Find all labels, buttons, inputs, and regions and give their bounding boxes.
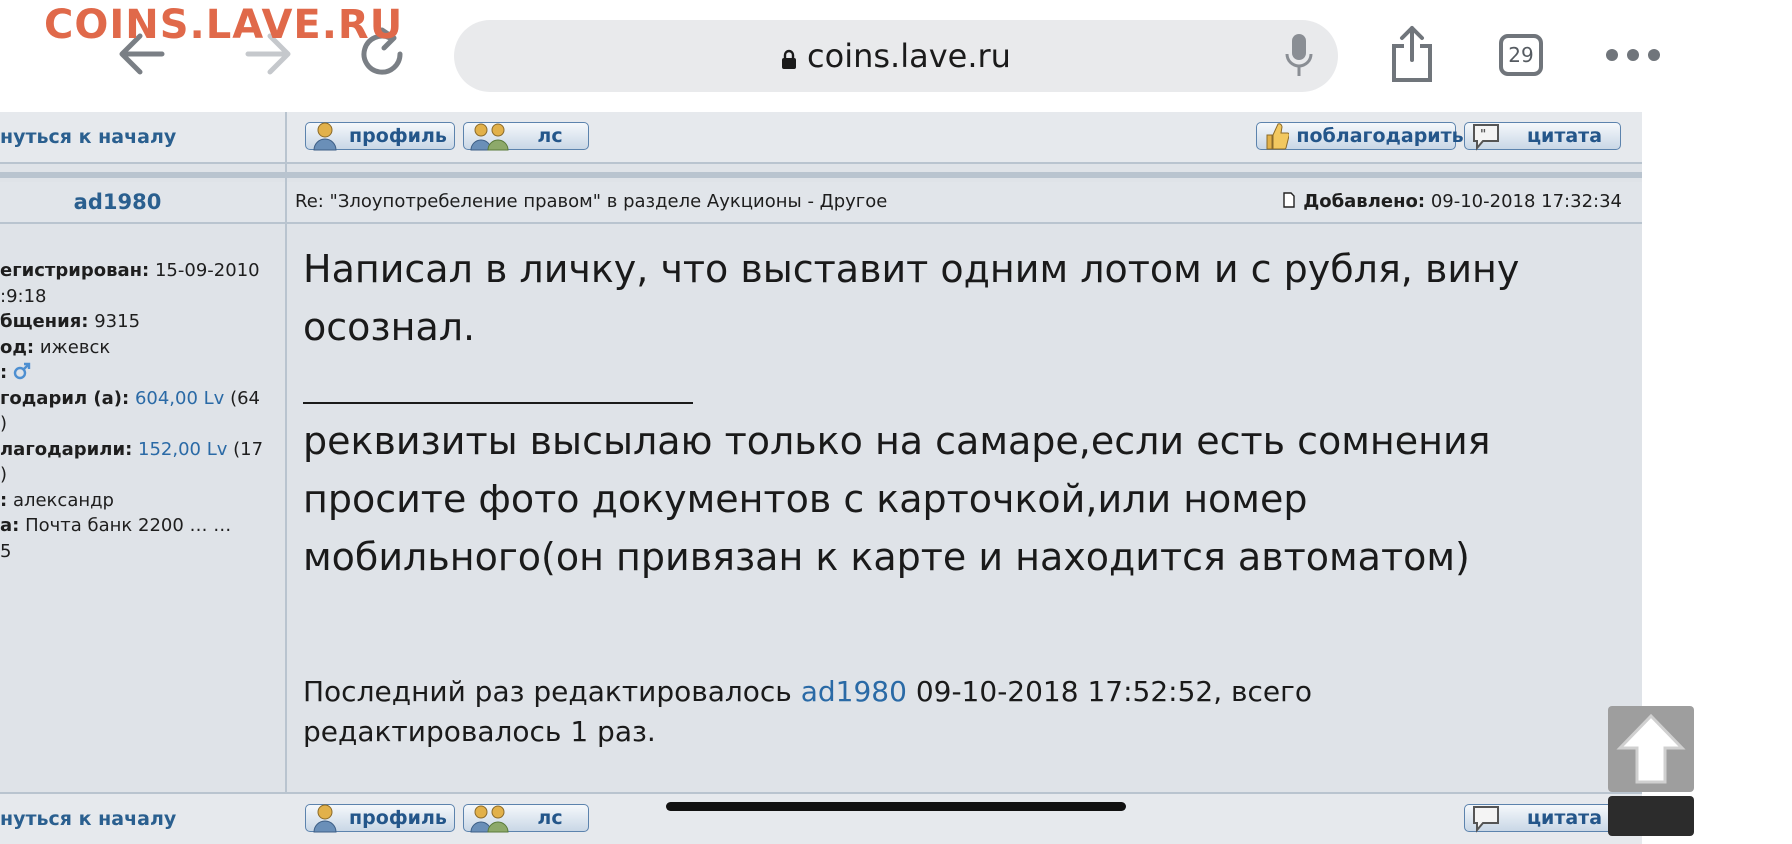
watermark-text: COINS.LAVE.RU bbox=[44, 2, 404, 48]
gender-label: : bbox=[0, 362, 8, 383]
lock-icon bbox=[782, 49, 797, 69]
more-icon[interactable] bbox=[1605, 48, 1661, 62]
card-tail: 5 bbox=[0, 540, 12, 562]
registered-label: егистрирован: bbox=[0, 260, 150, 281]
thanked-label: годарил (а): bbox=[0, 387, 130, 409]
male-icon bbox=[13, 362, 31, 380]
tab-count: 29 bbox=[1508, 43, 1534, 67]
was-thanked-label: лагодарили: bbox=[0, 438, 133, 460]
pm-button[interactable]: лс bbox=[463, 122, 589, 151]
city-line: од: ижевск bbox=[0, 335, 280, 361]
pm-button-bottom-label: лс bbox=[537, 807, 563, 829]
post-body: Написал в личку, что выставит одним лото… bbox=[303, 240, 1543, 356]
was-thanked-value-link[interactable]: 152,00 Lv bbox=[138, 439, 227, 460]
city-label: од: bbox=[0, 336, 35, 358]
profile-button-bottom-label: профиль bbox=[349, 807, 447, 829]
forum-post-area: нуться к началу профиль лс поблагодарить bbox=[0, 112, 1642, 844]
added-value: 09-10-2018 17:32:34 bbox=[1430, 191, 1622, 212]
thanked-count-end: ) bbox=[0, 413, 8, 434]
thanked-count: (64 bbox=[230, 387, 260, 409]
thank-button[interactable]: поблагодарить bbox=[1256, 122, 1464, 150]
card-label: а: bbox=[0, 515, 20, 536]
messages-label: бщения: bbox=[0, 311, 89, 332]
registered-time: :9:18 bbox=[0, 285, 47, 307]
registered-line: егистрирован: 15-09-2010 bbox=[0, 258, 280, 284]
post-message: Написал в личку, что выставит одним лото… bbox=[303, 247, 1520, 349]
author-details: егистрирован: 15-09-2010 :9:18 бщения: 9… bbox=[0, 258, 280, 564]
back-to-top-link-bottom[interactable]: нуться к началу bbox=[0, 808, 176, 830]
scroll-up-icon bbox=[1616, 713, 1686, 784]
quote-button[interactable]: " цитата bbox=[1464, 122, 1621, 151]
name-label: : bbox=[0, 489, 8, 511]
post-signature: реквизиты высылаю только на самаре,если … bbox=[303, 419, 1491, 579]
home-indicator bbox=[666, 802, 1126, 811]
edit-prefix: Последний раз редактировалось bbox=[303, 675, 792, 708]
card-value: Почта банк 2200 … … bbox=[25, 515, 232, 536]
browser-toolbar: COINS.LAVE.RU coins.lave.ru 29 bbox=[0, 0, 1792, 113]
thanked-value-link[interactable]: 604,00 Lv bbox=[135, 388, 224, 409]
city-value: ижевск bbox=[39, 336, 111, 358]
thanked-line: годарил (а): 604,00 Lv (64 bbox=[0, 386, 280, 412]
messages-line: бщения: 9315 bbox=[0, 309, 280, 335]
quote-button-label: цитата bbox=[1526, 125, 1603, 147]
signature-divider bbox=[303, 402, 693, 404]
was-thanked-line: лагодарили: 152,00 Lv (17 bbox=[0, 437, 280, 463]
was-thanked-count-end: ) bbox=[0, 464, 8, 485]
url-text: coins.lave.ru bbox=[807, 37, 1011, 75]
was-thanked-count: (17 bbox=[233, 438, 264, 460]
registered-value: 15-09-2010 bbox=[154, 260, 260, 281]
scroll-to-bottom-button[interactable] bbox=[1608, 796, 1694, 836]
mic-icon[interactable] bbox=[1284, 32, 1314, 78]
post-toolbar-bottom: нуться к началу профиль лс цитата bbox=[0, 792, 1642, 844]
edit-user-link[interactable]: ad1980 bbox=[801, 675, 907, 708]
post-subject: Re: "Злоупотребеление правом" в разделе … bbox=[295, 191, 888, 212]
card-line: а: Почта банк 2200 … … bbox=[0, 513, 280, 539]
profile-button[interactable]: профиль bbox=[305, 122, 455, 151]
post-added-date: Добавлено: 09-10-2018 17:32:34 bbox=[1283, 182, 1622, 222]
gender-line: : bbox=[0, 360, 280, 386]
address-bar-content: coins.lave.ru bbox=[454, 20, 1338, 92]
scroll-to-top-button[interactable] bbox=[1608, 706, 1694, 792]
pm-button-label: лс bbox=[537, 125, 563, 147]
profile-button-label: профиль bbox=[349, 125, 447, 147]
address-bar[interactable]: coins.lave.ru bbox=[454, 20, 1338, 92]
name-line: : александр bbox=[0, 488, 280, 514]
thank-button-label: поблагодарить bbox=[1296, 125, 1464, 147]
share-icon[interactable] bbox=[1390, 24, 1434, 82]
name-value: александр bbox=[12, 489, 114, 511]
messages-value: 9315 bbox=[94, 311, 141, 332]
added-label: Добавлено: bbox=[1303, 191, 1426, 212]
edit-note: Последний раз редактировалось ad1980 09-… bbox=[303, 672, 1503, 752]
tabs-icon[interactable]: 29 bbox=[1499, 34, 1543, 76]
document-icon bbox=[1283, 192, 1295, 208]
